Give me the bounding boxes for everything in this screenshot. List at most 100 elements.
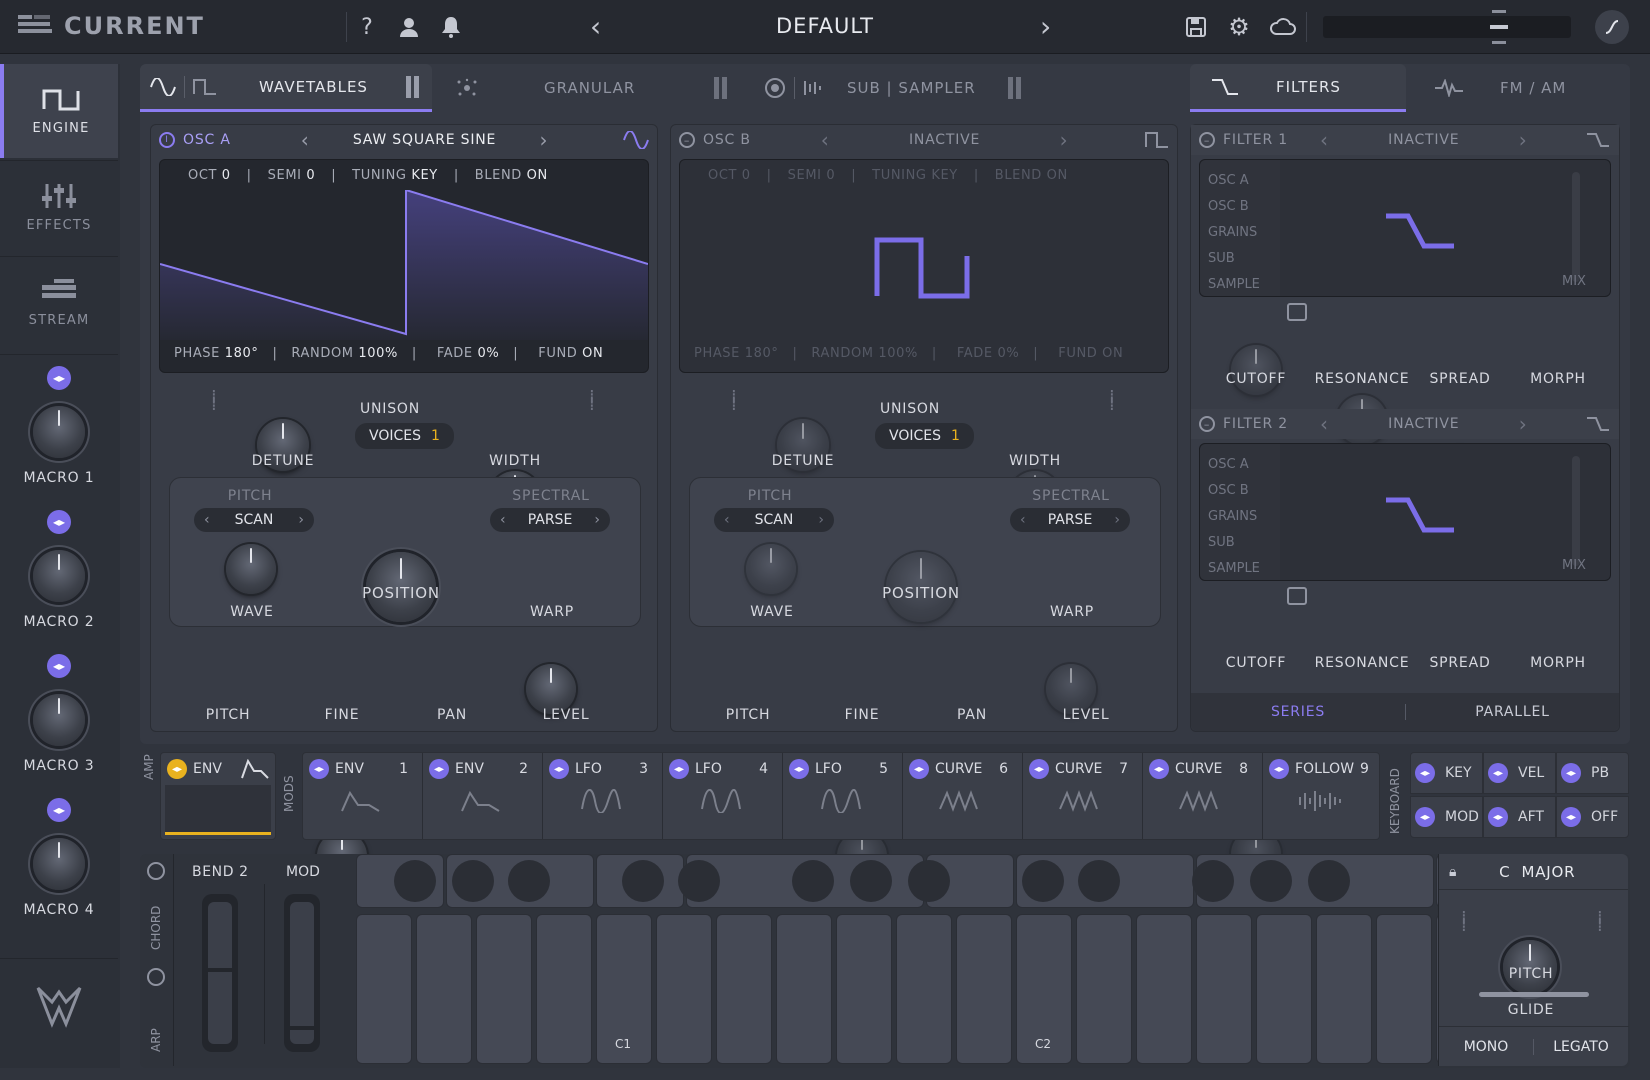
mod-drag-icon[interactable]: ◂▸ [429,759,449,779]
source-sample[interactable]: SAMPLE [1208,272,1260,298]
filter-1-display[interactable]: OSC A OSC B GRAINS SUB SAMPLE MIX [1199,159,1611,297]
prev-filter-button[interactable]: ‹ [1320,128,1329,152]
mod-drag-icon[interactable]: ◂▸ [909,759,929,779]
next-filter-button[interactable]: › [1519,128,1528,152]
wavetable-display[interactable]: OCT 0 | SEMI 0 | TUNING KEY | BLEND ON PHAS… [679,159,1169,373]
tab-fm-am[interactable]: FM / AM [1420,64,1620,112]
mod-drag-icon[interactable]: ◂▸ [1488,807,1508,827]
spectral-mode-selector[interactable]: ‹ PARSE › [490,508,610,532]
wave-knob[interactable] [746,544,796,594]
pitch-bend-wheel[interactable] [202,894,238,1052]
macro-4-knob[interactable] [33,838,85,890]
tab-wavetables[interactable]: WAVETABLES [140,64,432,112]
mix-slider[interactable] [1572,456,1580,566]
mod-drag-icon[interactable]: ◂▸ [1561,807,1581,827]
mod-drag-icon[interactable]: ◂▸ [1415,807,1435,827]
macro-1-knob[interactable] [33,406,85,458]
drag-handle-icon[interactable]: ⁞ ⁞ [1461,909,1467,935]
white-key[interactable] [1256,914,1312,1064]
mod-drag-icon[interactable]: ◂▸ [167,759,187,779]
black-key[interactable] [850,860,892,902]
source-grains[interactable]: GRAINS [1208,220,1260,246]
mono-button[interactable]: MONO [1439,1039,1533,1055]
pitch-mode-selector[interactable]: ‹ SCAN › [714,508,834,532]
sine-icon[interactable] [623,131,649,149]
curve-icon[interactable] [1595,10,1629,44]
random-value[interactable]: 100% [878,346,918,361]
black-key[interactable] [452,860,494,902]
drag-handle-icon[interactable]: ⁞ ⁞ [211,388,217,414]
mod-drag-icon[interactable]: ◂▸ [789,759,809,779]
series-button[interactable]: SERIES [1191,704,1405,720]
sub-sampler-toggle[interactable] [1008,77,1022,99]
black-key[interactable] [508,860,550,902]
mod-slot-curve-6[interactable]: ◂▸ CURVE 6 [903,753,1023,839]
square-icon[interactable] [1145,131,1169,149]
tab-filters[interactable]: FILTERS [1190,64,1406,112]
nav-stream[interactable]: STREAM [0,256,118,350]
white-key[interactable] [416,914,472,1064]
voices-selector[interactable]: VOICES 1 [875,423,974,449]
glide-slider[interactable] [1479,992,1589,997]
power-icon[interactable]: I [159,132,175,148]
kb-off[interactable]: ◂▸ OFF [1556,796,1629,838]
mod-slot-lfo-4[interactable]: ◂▸ LFO 4 [663,753,783,839]
preset-name[interactable]: DEFAULT [700,14,950,38]
nav-engine[interactable]: ENGINE [0,64,118,158]
semi-value[interactable]: 0 [826,168,835,183]
master-volume-handle[interactable] [1488,10,1510,44]
white-key[interactable] [1136,914,1192,1064]
mod-drag-icon[interactable]: ◂▸ [1488,763,1508,783]
filter-2-type[interactable]: INACTIVE [1329,416,1519,432]
mod-slot-env-2[interactable]: ◂▸ ENV 2 [423,753,543,839]
legato-button[interactable]: LEGATO [1534,1039,1628,1055]
white-key[interactable] [1316,914,1372,1064]
oct-value[interactable]: 0 [742,168,751,183]
arp-label[interactable]: ARP [149,1028,163,1052]
white-key[interactable] [536,914,592,1064]
source-osc-b[interactable]: OSC B [1208,194,1260,220]
mod-slot-curve-7[interactable]: ◂▸ CURVE 7 [1023,753,1143,839]
pitch-mode-selector[interactable]: ‹ SCAN › [194,508,314,532]
mod-drag-icon[interactable]: ◂▸ [1149,759,1169,779]
mod-wheel[interactable] [284,894,320,1052]
fund-value[interactable]: ON [1102,346,1123,361]
oct-value[interactable]: 0 [222,168,231,183]
source-sample[interactable]: SAMPLE [1208,556,1260,582]
gear-icon[interactable]: ⚙ [1224,12,1254,42]
mod-drag-icon[interactable]: ◂▸ [1415,763,1435,783]
mod-slot-lfo-3[interactable]: ◂▸ LFO 3 [543,753,663,839]
arp-toggle[interactable] [147,968,165,986]
mod-slot-env-1[interactable]: ◂▸ ENV 1 [303,753,423,839]
white-key[interactable] [776,914,832,1064]
mod-slot-lfo-5[interactable]: ◂▸ LFO 5 [783,753,903,839]
spectral-mode-selector[interactable]: ‹ PARSE › [1010,508,1130,532]
kb-aft[interactable]: ◂▸ AFT [1483,796,1556,838]
source-sub[interactable]: SUB [1208,246,1260,272]
cloud-icon[interactable] [1268,12,1298,42]
voices-selector[interactable]: VOICES 1 [355,423,454,449]
drag-handle-icon[interactable]: ⁞ ⁞ [589,388,595,414]
black-key[interactable] [1192,860,1234,902]
phase-value[interactable]: 180° [745,346,779,361]
preset-prev-button[interactable]: ‹ [590,10,601,43]
drag-handle-icon[interactable]: ⁞ ⁞ [731,388,737,414]
white-key-c2[interactable]: C2 [1016,914,1072,1064]
black-key[interactable] [1250,860,1292,902]
wavetable-name[interactable]: INACTIVE [830,132,1060,148]
drag-handle-icon[interactable]: ⁞ ⁞ [1597,909,1603,935]
mod-drag-icon[interactable]: ◂▸ [47,654,71,678]
tab-sub-sampler[interactable]: SUB | SAMPLER [750,64,1050,112]
next-wavetable-button[interactable]: › [540,128,549,152]
help-icon[interactable]: ? [352,12,382,42]
source-sub[interactable]: SUB [1208,530,1260,556]
white-key[interactable] [356,914,412,1064]
mod-drag-icon[interactable]: ◂▸ [549,759,569,779]
wavetable-name[interactable]: SAW SQUARE SINE [310,132,540,148]
tuning-value[interactable]: KEY [411,168,437,183]
macro-2-knob[interactable] [33,550,85,602]
next-wavetable-button[interactable]: › [1060,128,1069,152]
black-key[interactable] [908,860,950,902]
mod-drag-icon[interactable]: ◂▸ [1029,759,1049,779]
kb-mod[interactable]: ◂▸ MOD [1410,796,1483,838]
